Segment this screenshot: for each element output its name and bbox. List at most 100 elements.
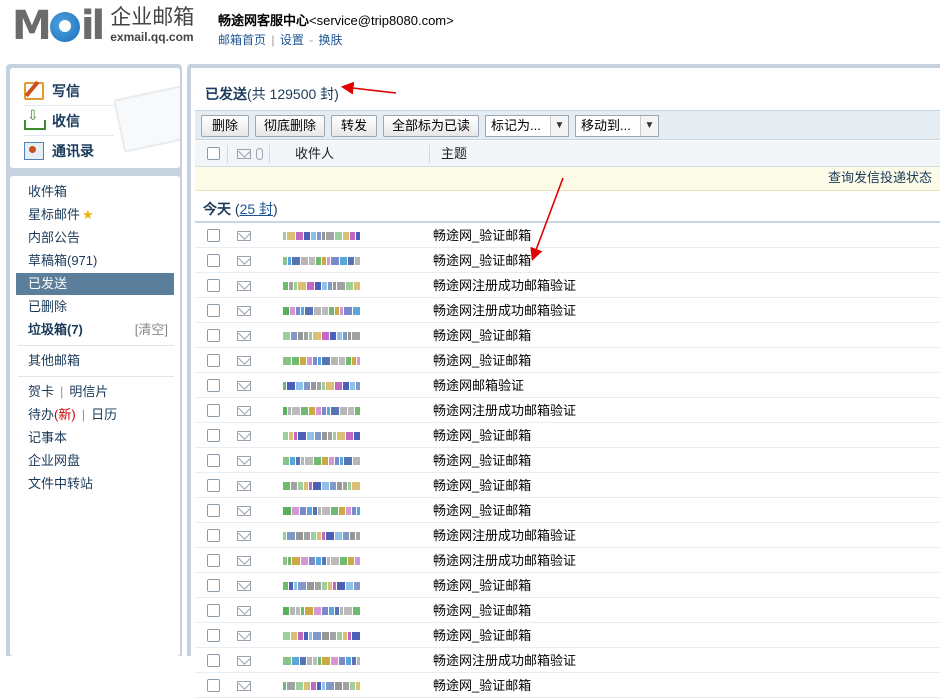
header: Mil 企业邮箱 exmail.qq.com 畅途网客服中心<service@t…	[0, 0, 940, 64]
folder-starred[interactable]: 星标邮件 ★	[18, 204, 172, 226]
row-checkbox[interactable]	[207, 229, 220, 242]
move-to-select[interactable]: 移动到... ▼	[575, 115, 659, 137]
folder-drafts[interactable]: 草稿箱(971)	[18, 250, 172, 272]
settings-link[interactable]: 设置	[280, 33, 304, 47]
mail-subject[interactable]: 畅途网_验证邮箱	[433, 498, 531, 523]
mail-subject[interactable]: 畅途网邮箱验证	[433, 373, 524, 398]
mail-subject[interactable]: 畅途网_验证邮箱	[433, 598, 531, 623]
mail-row[interactable]: 畅途网注册成功邮箱验证	[195, 298, 940, 323]
address-book-icon	[24, 142, 44, 160]
mail-row[interactable]: 畅途网_验证邮箱	[195, 223, 940, 248]
mail-subject[interactable]: 畅途网_验证邮箱	[433, 623, 531, 648]
delivery-status-link[interactable]: 查询发信投递状态	[828, 167, 932, 189]
quick-actions: 写信 收信 通讯录	[10, 68, 180, 168]
group-header-today: 今天 (25 封)	[203, 201, 278, 217]
mail-row[interactable]: 畅途网邮箱验证	[195, 373, 940, 398]
row-checkbox[interactable]	[207, 379, 220, 392]
mail-row[interactable]: 畅途网_验证邮箱	[195, 423, 940, 448]
mark-as-select[interactable]: 标记为... ▼	[485, 115, 569, 137]
mail-subject[interactable]: 畅途网_验证邮箱	[433, 573, 531, 598]
permanent-delete-button[interactable]: 彻底删除	[255, 115, 325, 137]
todo-link[interactable]: 待办(新)	[28, 407, 76, 422]
envelope-icon	[237, 331, 251, 341]
tools-row-cards: 贺卡 | 明信片	[28, 384, 109, 399]
mail-subject[interactable]: 畅途网_验证邮箱	[433, 448, 531, 473]
mark-all-read-button[interactable]: 全部标为已读	[383, 115, 479, 137]
row-checkbox[interactable]	[207, 529, 220, 542]
mail-subject[interactable]: 畅途网_验证邮箱	[433, 423, 531, 448]
mail-subject[interactable]: 畅途网注册成功邮箱验证	[433, 273, 576, 298]
receive-button[interactable]: 收信	[24, 106, 114, 136]
mail-subject[interactable]: 畅途网_验证邮箱	[433, 473, 531, 498]
mail-subject[interactable]: 畅途网注册成功邮箱验证	[433, 548, 576, 573]
row-checkbox[interactable]	[207, 254, 220, 267]
group-count-link[interactable]: 25 封	[240, 201, 273, 217]
row-checkbox[interactable]	[207, 629, 220, 642]
folder-notices[interactable]: 内部公告	[18, 227, 172, 249]
mail-row[interactable]: 畅途网_验证邮箱	[195, 573, 940, 598]
row-checkbox[interactable]	[207, 329, 220, 342]
envelope-icon	[237, 556, 251, 566]
mail-row[interactable]: 畅途网注册成功邮箱验证	[195, 398, 940, 423]
compose-button[interactable]: 写信	[24, 76, 114, 106]
delete-button[interactable]: 删除	[201, 115, 249, 137]
mail-row[interactable]: 畅途网注册成功邮箱验证	[195, 548, 940, 573]
mail-row[interactable]: 畅途网注册成功邮箱验证	[195, 273, 940, 298]
skin-link[interactable]: 换肤	[319, 33, 343, 47]
row-checkbox[interactable]	[207, 279, 220, 292]
mail-row[interactable]: 畅途网_验证邮箱	[195, 673, 940, 698]
folder-junk[interactable]: 垃圾箱(7) [清空]	[18, 319, 172, 341]
mail-subject[interactable]: 畅途网注册成功邮箱验证	[433, 298, 576, 323]
mail-subject[interactable]: 畅途网_验证邮箱	[433, 223, 531, 248]
row-checkbox[interactable]	[207, 429, 220, 442]
column-recipient[interactable]: 收件人	[295, 141, 334, 167]
notes-link[interactable]: 记事本	[18, 427, 172, 449]
folder-sent[interactable]: 已发送	[16, 273, 174, 295]
row-checkbox[interactable]	[207, 504, 220, 517]
row-checkbox[interactable]	[207, 579, 220, 592]
row-checkbox[interactable]	[207, 604, 220, 617]
mail-row[interactable]: 畅途网_验证邮箱	[195, 248, 940, 273]
row-checkbox[interactable]	[207, 304, 220, 317]
row-checkbox[interactable]	[207, 404, 220, 417]
mail-row[interactable]: 畅途网_验证邮箱	[195, 598, 940, 623]
mail-subject[interactable]: 畅途网注册成功邮箱验证	[433, 523, 576, 548]
mail-row[interactable]: 畅途网_验证邮箱	[195, 448, 940, 473]
logo[interactable]: Mil 企业邮箱 exmail.qq.com	[12, 4, 194, 48]
row-checkbox[interactable]	[207, 479, 220, 492]
mail-subject[interactable]: 畅途网_验证邮箱	[433, 348, 531, 373]
mail-row[interactable]: 畅途网_验证邮箱	[195, 498, 940, 523]
mail-row[interactable]: 畅途网_验证邮箱	[195, 348, 940, 373]
clear-junk-link[interactable]: [清空]	[135, 319, 168, 341]
folder-deleted[interactable]: 已删除	[18, 296, 172, 318]
folder-inbox[interactable]: 收件箱	[18, 181, 172, 203]
mail-row[interactable]: 畅途网_验证邮箱	[195, 473, 940, 498]
mail-row[interactable]: 畅途网注册成功邮箱验证	[195, 648, 940, 673]
mail-subject[interactable]: 畅途网注册成功邮箱验证	[433, 398, 576, 423]
mail-row[interactable]: 畅途网_验证邮箱	[195, 623, 940, 648]
file-transfer-link[interactable]: 文件中转站	[18, 473, 172, 495]
envelope-icon	[237, 656, 251, 666]
row-checkbox[interactable]	[207, 679, 220, 692]
calendar-link[interactable]: 日历	[91, 407, 117, 422]
mail-row[interactable]: 畅途网注册成功邮箱验证	[195, 523, 940, 548]
mail-subject[interactable]: 畅途网_验证邮箱	[433, 323, 531, 348]
folder-other-mailbox[interactable]: 其他邮箱	[18, 350, 172, 372]
mail-subject[interactable]: 畅途网_验证邮箱	[433, 673, 531, 698]
mail-subject[interactable]: 畅途网_验证邮箱	[433, 248, 531, 273]
row-checkbox[interactable]	[207, 454, 220, 467]
select-all-checkbox[interactable]	[207, 147, 220, 160]
mail-row[interactable]: 畅途网_验证邮箱	[195, 323, 940, 348]
netdisk-link[interactable]: 企业网盘	[18, 450, 172, 472]
row-checkbox[interactable]	[207, 354, 220, 367]
home-link[interactable]: 邮箱首页	[218, 33, 266, 47]
forward-button[interactable]: 转发	[331, 115, 377, 137]
envelope-decoration-icon	[113, 85, 180, 153]
row-checkbox[interactable]	[207, 554, 220, 567]
mail-subject[interactable]: 畅途网注册成功邮箱验证	[433, 648, 576, 673]
greeting-card-link[interactable]: 贺卡	[28, 384, 54, 399]
postcard-link[interactable]: 明信片	[69, 384, 108, 399]
contacts-button[interactable]: 通讯录	[24, 136, 114, 166]
column-subject[interactable]: 主题	[441, 141, 467, 167]
recipient-redacted	[283, 331, 360, 341]
